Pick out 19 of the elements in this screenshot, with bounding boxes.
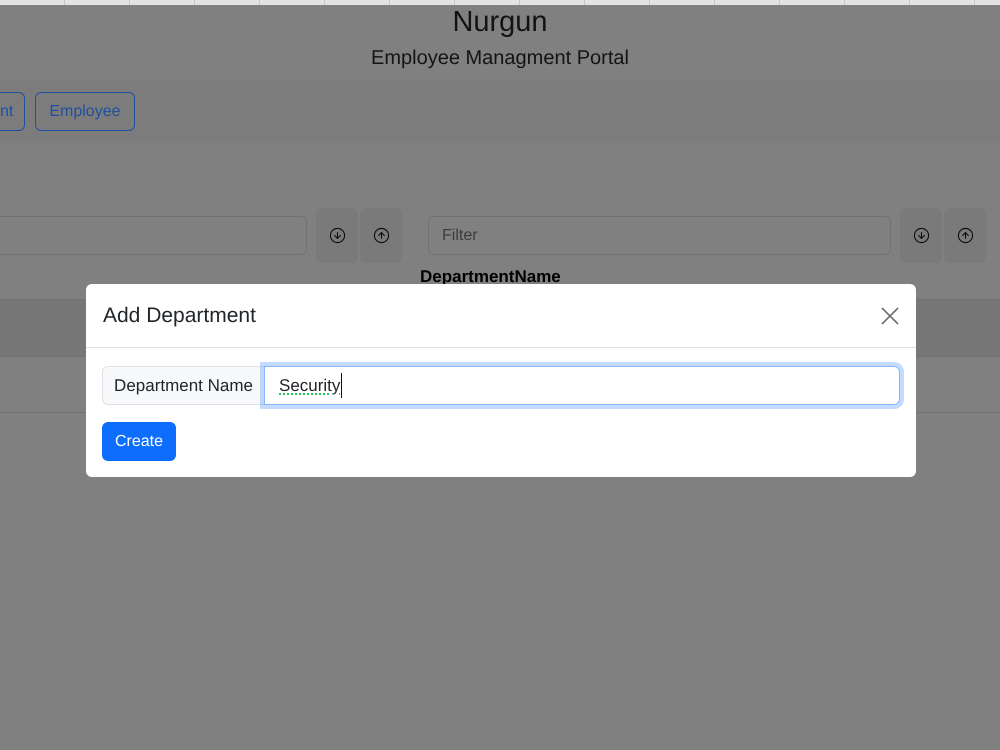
sort-descending-button[interactable] [900, 208, 942, 263]
circle-arrow-down-icon [912, 227, 930, 244]
close-button[interactable] [881, 306, 899, 324]
sort-ascending-button[interactable] [360, 208, 402, 263]
column-header: DepartmentName [420, 267, 561, 286]
field-label: Department Name [102, 366, 265, 405]
sort-descending-button[interactable] [316, 208, 358, 263]
nav-button[interactable]: Employee [35, 92, 134, 131]
circle-arrow-down-icon [328, 227, 346, 244]
sort-ascending-button[interactable] [944, 208, 986, 263]
nav-button[interactable]: nt [0, 92, 26, 131]
dialog-title: Add Department [103, 302, 256, 329]
filter-field[interactable]: Filter [428, 216, 891, 255]
page-subtitle: Employee Managment Portal [371, 46, 629, 71]
create-button[interactable]: Create [102, 422, 176, 461]
circle-arrow-up-icon [372, 227, 390, 244]
circle-arrow-up-icon [956, 227, 974, 244]
page-title: Nurgun [452, 5, 548, 39]
close-icon [881, 306, 899, 324]
